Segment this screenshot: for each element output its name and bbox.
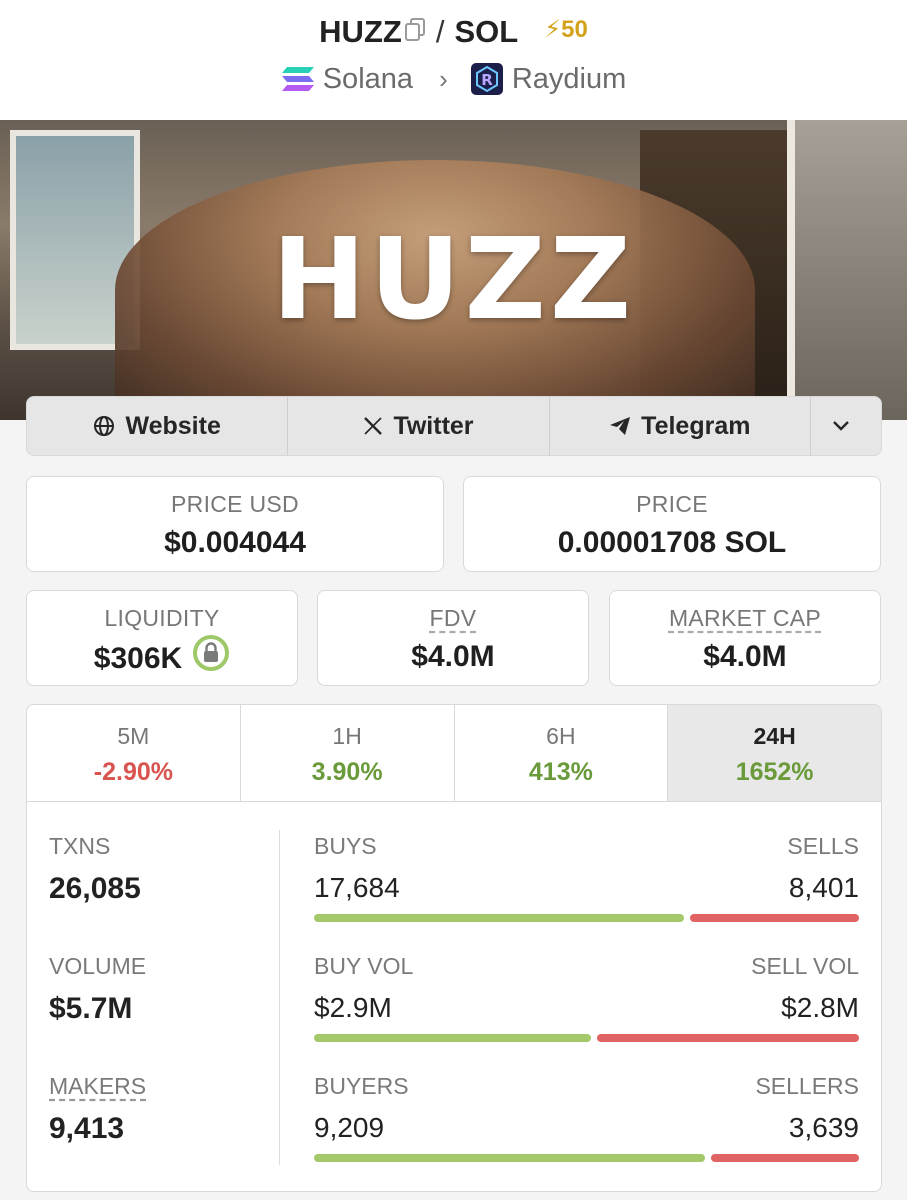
market-cap-value: $4.0M [703,640,787,673]
volume-stat: VOLUME $5.7M [49,953,146,1026]
volume-split-row: BUY VOL SELL VOL $2.9M $2.8M [314,953,859,1042]
makers-label: MAKERS [49,1073,147,1099]
makers-value: 9,413 [49,1112,125,1145]
x-icon [364,417,383,435]
trading-stats-panel: 5M -2.90% 1H 3.90% 6H 413% 24H 1652% TXN… [26,704,882,1192]
chain-name: Solana [322,63,414,96]
price-usd-value: $0.004044 [164,526,306,559]
fdv-card[interactable]: FDV $4.0M [317,590,589,686]
buyers-bar [314,1154,705,1162]
price-sol-value: 0.00001708 SOL [557,526,787,559]
buyers-sellers-bar [314,1154,859,1162]
boost-count: 50 [561,15,588,43]
liquidity-value: $306K [93,641,183,675]
dex-name: Raydium [511,63,627,96]
timeframe-tabs: 5M -2.90% 1H 3.90% 6H 413% 24H 1652% [27,705,881,802]
lightning-icon: ⚡ [544,15,562,43]
buys-bar [314,914,684,922]
price-usd-label: PRICE USD [171,491,299,517]
solana-chain-link[interactable]: Solana [281,59,413,99]
liquidity-value-row: $306K [27,635,297,680]
market-cap-label: MARKET CAP [668,605,822,631]
tab-label: 6H [546,723,576,749]
chain-breadcrumb: Solana › R Raydium [0,58,907,98]
price-sol-card: PRICE 0.00001708 SOL [463,476,881,572]
svg-text:R: R [481,71,493,89]
liquidity-label: LIQUIDITY [104,605,220,631]
lock-icon[interactable] [192,634,230,680]
sellers-value: 3,639 [788,1112,859,1143]
telegram-button[interactable]: Telegram [550,397,811,455]
quote-token: SOL [454,14,518,49]
buys-sells-row: BUYS SELLS 17,684 8,401 [314,833,859,922]
tab-1h[interactable]: 1H 3.90% [241,705,455,801]
tab-label: 1H [332,723,362,749]
makers-stat[interactable]: MAKERS 9,413 [49,1073,146,1146]
copy-icon[interactable] [404,12,426,52]
sell-vol-label: SELL VOL [751,953,859,979]
chevron-right-icon: › [439,64,448,95]
buys-value: 17,684 [314,872,400,903]
tab-5m[interactable]: 5M -2.90% [27,705,241,801]
tab-label: 5M [117,723,150,749]
chevron-down-icon [833,421,849,431]
twitter-button[interactable]: Twitter [288,397,550,455]
banner-title: HUZZ [271,215,636,345]
tab-label: 24H [753,723,796,749]
buy-vol-label: BUY VOL [314,953,414,979]
txns-label: TXNS [49,833,111,859]
buy-vol-value: $2.9M [314,992,392,1023]
volume-split-bar [314,1034,859,1042]
sells-label: SELLS [787,833,859,859]
price-usd-card: PRICE USD $0.004044 [26,476,444,572]
telegram-icon [610,417,631,435]
tab-change: 3.90% [311,758,383,786]
volume-value: $5.7M [49,992,133,1025]
telegram-label: Telegram [641,411,751,440]
solana-icon [281,66,314,91]
token-banner-image: HUZZ [0,120,907,420]
raydium-dex-link[interactable]: R Raydium [470,59,626,99]
pair-separator: / [435,14,445,49]
buyers-label: BUYERS [314,1073,409,1099]
sell-vol-bar [597,1034,859,1042]
twitter-label: Twitter [393,411,474,440]
market-cap-card[interactable]: MARKET CAP $4.0M [609,590,881,686]
pair-title: HUZZ / SOL ⚡50 [0,12,907,52]
social-links-bar: Website Twitter Telegram [26,396,882,456]
more-links-dropdown[interactable] [811,397,881,455]
sells-value: 8,401 [788,872,859,903]
pair-header: HUZZ / SOL ⚡50 Solana › R Raydium [0,0,907,120]
fdv-value: $4.0M [411,640,495,673]
txns-stat: TXNS 26,085 [49,833,141,906]
tab-change: 1652% [735,758,814,786]
sell-vol-value: $2.8M [781,992,859,1023]
buy-vol-bar [314,1034,592,1042]
column-divider [279,830,280,1165]
buys-sells-bar [314,914,859,922]
tab-change: -2.90% [93,758,173,786]
fdv-label: FDV [429,605,477,631]
buyers-sellers-row: BUYERS SELLERS 9,209 3,639 [314,1073,859,1162]
txns-value: 26,085 [49,872,141,905]
volume-label: VOLUME [49,953,147,979]
buys-label: BUYS [314,833,377,859]
sellers-label: SELLERS [755,1073,859,1099]
tab-6h[interactable]: 6H 413% [455,705,669,801]
tab-24h[interactable]: 24H 1652% [668,705,881,801]
liquidity-card: LIQUIDITY $306K [26,590,298,686]
sellers-bar [710,1154,859,1162]
buyers-value: 9,209 [314,1112,385,1143]
globe-icon [94,416,115,436]
website-button[interactable]: Website [27,397,289,455]
tab-change: 413% [528,758,593,786]
website-label: Website [125,411,221,440]
raydium-icon: R [470,62,503,95]
price-sol-label: PRICE [636,491,708,517]
base-token: HUZZ [319,14,402,49]
sells-bar [689,914,859,922]
boost-badge[interactable]: ⚡50 [544,10,588,50]
